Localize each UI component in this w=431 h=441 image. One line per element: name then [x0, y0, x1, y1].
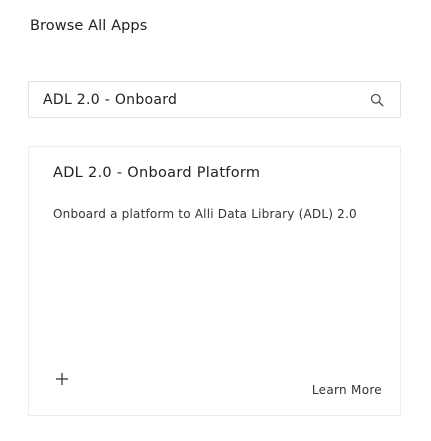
- learn-more-link[interactable]: Learn More: [312, 383, 382, 397]
- app-card: ADL 2.0 - Onboard Platform Onboard a pla…: [28, 146, 401, 416]
- browse-apps-page: Browse All Apps ADL 2.0 - Onboard Platfo…: [0, 0, 431, 441]
- search-input[interactable]: [29, 82, 368, 117]
- plus-icon: [56, 373, 68, 385]
- search-icon[interactable]: [368, 91, 386, 109]
- add-app-button[interactable]: [53, 370, 71, 388]
- app-card-title: ADL 2.0 - Onboard Platform: [53, 165, 261, 181]
- app-card-description: Onboard a platform to Alli Data Library …: [53, 207, 357, 221]
- page-title: Browse All Apps: [30, 18, 148, 34]
- search-box[interactable]: [28, 81, 401, 118]
